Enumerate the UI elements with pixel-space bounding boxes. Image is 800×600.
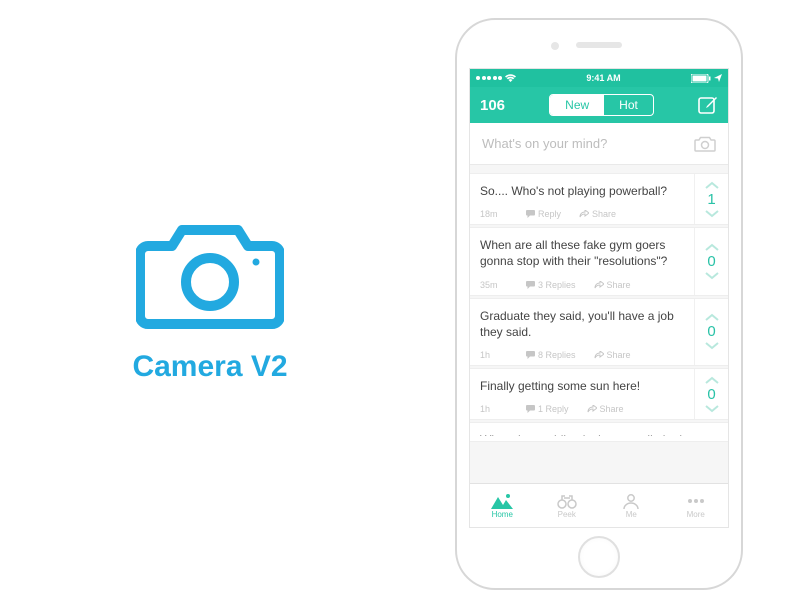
nav-count[interactable]: 106 [480, 97, 505, 114]
signal-dots-icon [476, 76, 502, 80]
reply-button[interactable]: 8 Replies [526, 350, 576, 360]
share-icon [594, 351, 604, 359]
feed-list: So.... Who's not playing powerball? 18m … [470, 173, 728, 442]
compose-placeholder: What's on your mind? [482, 136, 607, 151]
card-text: When the wedding invitees are limited [480, 432, 718, 436]
feed-segment-control: New Hot [549, 94, 654, 116]
reply-button[interactable]: 3 Replies [526, 280, 576, 290]
card-text: Graduate they said, you'll have a job th… [480, 308, 684, 340]
vote-control: 0 [694, 228, 728, 294]
vote-count: 1 [707, 191, 715, 208]
chevron-down-icon[interactable] [704, 404, 720, 413]
status-bar: 9:41 AM [470, 69, 728, 87]
tab-me[interactable]: Me [599, 484, 664, 527]
compose-row[interactable]: What's on your mind? [470, 123, 728, 165]
home-icon [491, 493, 513, 509]
chevron-up-icon[interactable] [704, 313, 720, 322]
reply-button[interactable]: Reply [526, 209, 561, 219]
feed-card[interactable]: Graduate they said, you'll have a job th… [470, 298, 728, 366]
phone-home-button[interactable] [578, 536, 620, 578]
camera-icon[interactable] [694, 135, 716, 153]
card-time: 18m [480, 209, 508, 219]
battery-icon [691, 74, 711, 83]
binoculars-icon [556, 493, 578, 509]
status-time: 9:41 AM [586, 73, 620, 83]
chevron-up-icon[interactable] [704, 376, 720, 385]
share-button[interactable]: Share [594, 280, 631, 290]
chat-icon [526, 281, 535, 289]
tab-bar: Home Peek Me More [470, 483, 728, 527]
feed-card[interactable]: When are all these fake gym goers gonna … [470, 227, 728, 295]
phone-screen: 9:41 AM 106 New Hot What's on your mind? [469, 68, 729, 528]
card-text: Finally getting some sun here! [480, 378, 684, 394]
segment-new[interactable]: New [550, 95, 604, 115]
chevron-down-icon[interactable] [704, 341, 720, 350]
feed-card[interactable]: Finally getting some sun here! 1h 1 Repl… [470, 368, 728, 420]
chevron-down-icon[interactable] [704, 209, 720, 218]
chat-icon [526, 351, 535, 359]
tab-home[interactable]: Home [470, 484, 535, 527]
compose-button[interactable] [698, 95, 718, 115]
compose-icon [698, 95, 718, 115]
card-text: So.... Who's not playing powerball? [480, 183, 684, 199]
feed-card[interactable]: When the wedding invitees are limited [470, 422, 728, 442]
vote-count: 0 [707, 253, 715, 270]
location-icon [714, 74, 722, 82]
logo-title: Camera V2 [132, 350, 287, 384]
share-icon [594, 281, 604, 289]
camera-icon [136, 216, 284, 332]
card-time: 35m [480, 280, 508, 290]
vote-control: 0 [694, 299, 728, 365]
iphone-frame: 9:41 AM 106 New Hot What's on your mind? [455, 18, 743, 590]
feed-card[interactable]: So.... Who's not playing powerball? 18m … [470, 173, 728, 225]
card-time: 1h [480, 350, 508, 360]
vote-count: 0 [707, 386, 715, 403]
more-icon [685, 493, 707, 509]
chevron-up-icon[interactable] [704, 243, 720, 252]
share-icon [587, 405, 597, 413]
tab-peek[interactable]: Peek [535, 484, 600, 527]
reply-button[interactable]: 1 Reply [526, 404, 569, 414]
wifi-icon [505, 74, 516, 82]
share-button[interactable]: Share [579, 209, 616, 219]
chat-icon [526, 405, 535, 413]
segment-hot[interactable]: Hot [604, 95, 653, 115]
vote-control: 1 [694, 174, 728, 224]
tab-more[interactable]: More [664, 484, 729, 527]
vote-control: 0 [694, 369, 728, 419]
phone-camera-dot [551, 42, 559, 50]
vote-count: 0 [707, 323, 715, 340]
nav-bar: 106 New Hot [470, 87, 728, 123]
share-button[interactable]: Share [594, 350, 631, 360]
card-text: When are all these fake gym goers gonna … [480, 237, 684, 269]
logo-panel: Camera V2 [0, 0, 420, 600]
chevron-down-icon[interactable] [704, 271, 720, 280]
chevron-up-icon[interactable] [704, 181, 720, 190]
phone-speaker [576, 42, 622, 48]
person-icon [622, 493, 640, 509]
share-button[interactable]: Share [587, 404, 624, 414]
share-icon [579, 210, 589, 218]
chat-icon [526, 210, 535, 218]
card-time: 1h [480, 404, 508, 414]
